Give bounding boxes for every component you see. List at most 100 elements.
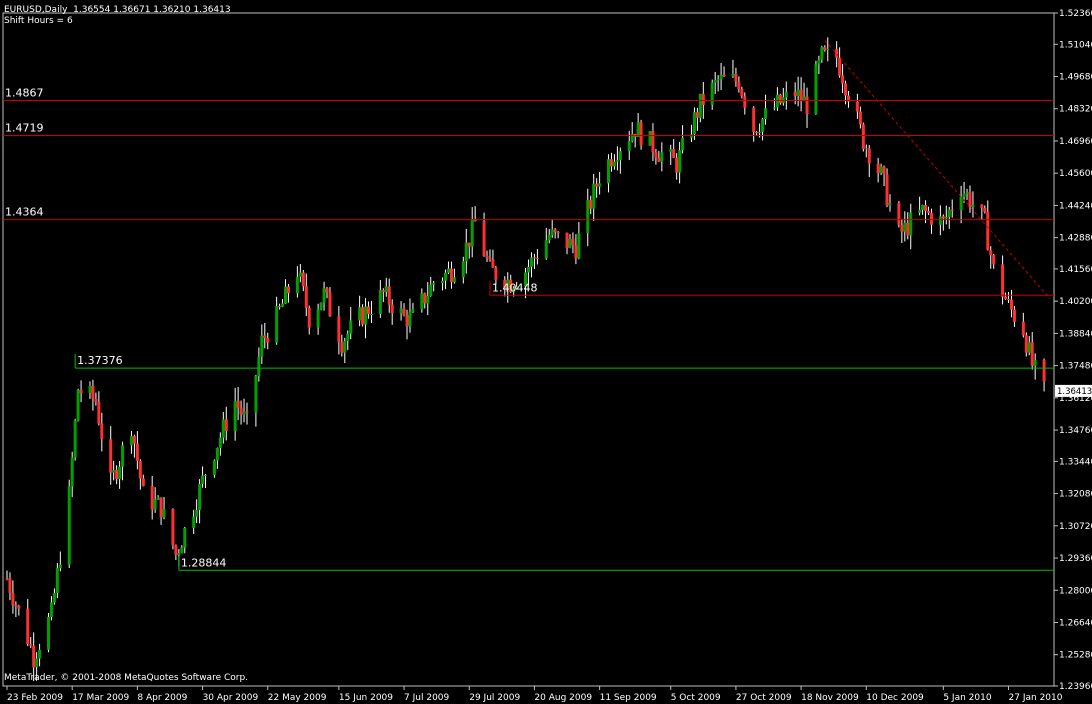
candle-body <box>692 112 696 135</box>
y-tick-label: 1.28000 <box>1059 586 1092 596</box>
candle-body <box>660 152 664 162</box>
candle-body <box>129 436 133 446</box>
candle-body <box>322 288 326 303</box>
candle-body <box>740 89 744 97</box>
metatrader-chart-window[interactable]: 1.52360 1.51040 1.49680 1.48320 1.46960 1.456… <box>0 0 1092 704</box>
candle-body <box>900 224 904 232</box>
candle-body <box>201 475 205 484</box>
candle-body <box>212 460 216 476</box>
candle-body <box>278 306 282 308</box>
candle-body <box>595 183 599 187</box>
candle-body <box>897 203 901 225</box>
candle-body <box>719 74 723 80</box>
candle-body <box>239 407 243 415</box>
candle-body <box>115 469 119 480</box>
candle-body <box>941 216 945 219</box>
candle-body <box>1009 299 1013 310</box>
x-tick-label: 10 Dec 2009 <box>866 693 924 703</box>
candle-body <box>183 528 187 548</box>
candle-body <box>67 486 71 565</box>
candle-body <box>820 47 824 60</box>
candle-body <box>885 174 889 206</box>
candle-body <box>678 150 682 173</box>
candle-body <box>858 111 862 125</box>
candle-body <box>651 131 655 153</box>
candle-body <box>805 96 809 115</box>
candle-body <box>695 112 699 118</box>
level-label: 1.4364 <box>5 206 44 219</box>
candle-body <box>162 508 166 518</box>
candle-body <box>79 390 83 393</box>
candle-body <box>817 59 821 65</box>
candle-body <box>112 469 116 473</box>
candle-body <box>698 93 702 118</box>
candle-body <box>527 266 530 273</box>
candle-body <box>968 192 972 208</box>
y-tick-label: 1.25280 <box>1059 651 1092 661</box>
candle-body <box>918 209 922 213</box>
candle-body <box>959 196 963 211</box>
candle-body <box>589 200 593 209</box>
candle-body <box>944 216 948 219</box>
candle-body <box>405 315 409 327</box>
candle-body <box>411 309 415 312</box>
y-tick-label: 1.45600 <box>1059 169 1092 179</box>
x-tick-label: 15 Jun 2009 <box>339 693 393 703</box>
candle-body <box>713 79 717 83</box>
candle-body <box>772 107 776 109</box>
candle-body <box>141 478 145 487</box>
x-tick-label: 7 Jul 2009 <box>404 693 449 703</box>
candle-body <box>903 222 907 232</box>
price-chart[interactable]: 1.52360 1.51040 1.49680 1.48320 1.46960 1.456… <box>0 0 1092 704</box>
candle-body <box>358 307 362 321</box>
candle-body <box>378 290 382 314</box>
candle-body <box>1027 342 1031 353</box>
ohlc-label: 1.36554 1.36671 1.36210 1.36413 <box>73 5 231 15</box>
candle-body <box>938 216 942 225</box>
x-tick-label: 18 Nov 2009 <box>801 693 859 703</box>
candle-body <box>615 160 619 162</box>
candle-body <box>669 149 673 153</box>
candle-body <box>150 486 154 510</box>
candle-body <box>598 183 602 187</box>
candle-body <box>992 255 996 265</box>
candle-body <box>488 257 492 260</box>
candle-body <box>835 48 839 58</box>
candle-body <box>657 157 661 162</box>
candle-body <box>855 101 859 112</box>
candle-body <box>58 564 62 568</box>
candle-body <box>1004 296 1008 300</box>
candle-body <box>675 157 679 173</box>
chart-header: EURUSD,Daily 1.36554 1.36671 1.36210 1.3… <box>4 5 231 15</box>
candle-body <box>135 443 139 461</box>
candle-body <box>132 436 136 444</box>
candle-body <box>627 141 631 152</box>
candle-body <box>364 306 368 325</box>
x-tick-label: 22 May 2009 <box>268 693 327 703</box>
candle-body <box>295 276 299 294</box>
candle-body <box>689 134 693 138</box>
candle-body <box>399 308 403 314</box>
candle-body <box>755 131 759 133</box>
candle-body <box>1024 335 1028 353</box>
candle-body <box>494 267 498 280</box>
candle-body <box>121 445 125 467</box>
candle-body <box>565 232 569 248</box>
candle-body <box>254 376 258 413</box>
candle-body <box>867 148 871 164</box>
y-tick-label: 1.51040 <box>1059 40 1092 50</box>
y-tick-label: 1.32080 <box>1059 490 1092 500</box>
candle-body <box>446 268 450 273</box>
candle-body <box>529 257 533 267</box>
candle-body <box>32 645 36 668</box>
candle-body <box>263 335 267 339</box>
candle-body <box>35 658 39 668</box>
candle-body <box>929 212 933 225</box>
candle-body <box>927 210 931 213</box>
candle-body <box>325 288 329 293</box>
candle-body <box>612 161 616 167</box>
x-tick-label: 11 Sep 2009 <box>600 693 657 703</box>
candle-body <box>1030 342 1034 366</box>
candle-body <box>192 516 196 529</box>
x-tick-label: 23 Feb 2009 <box>7 693 63 703</box>
